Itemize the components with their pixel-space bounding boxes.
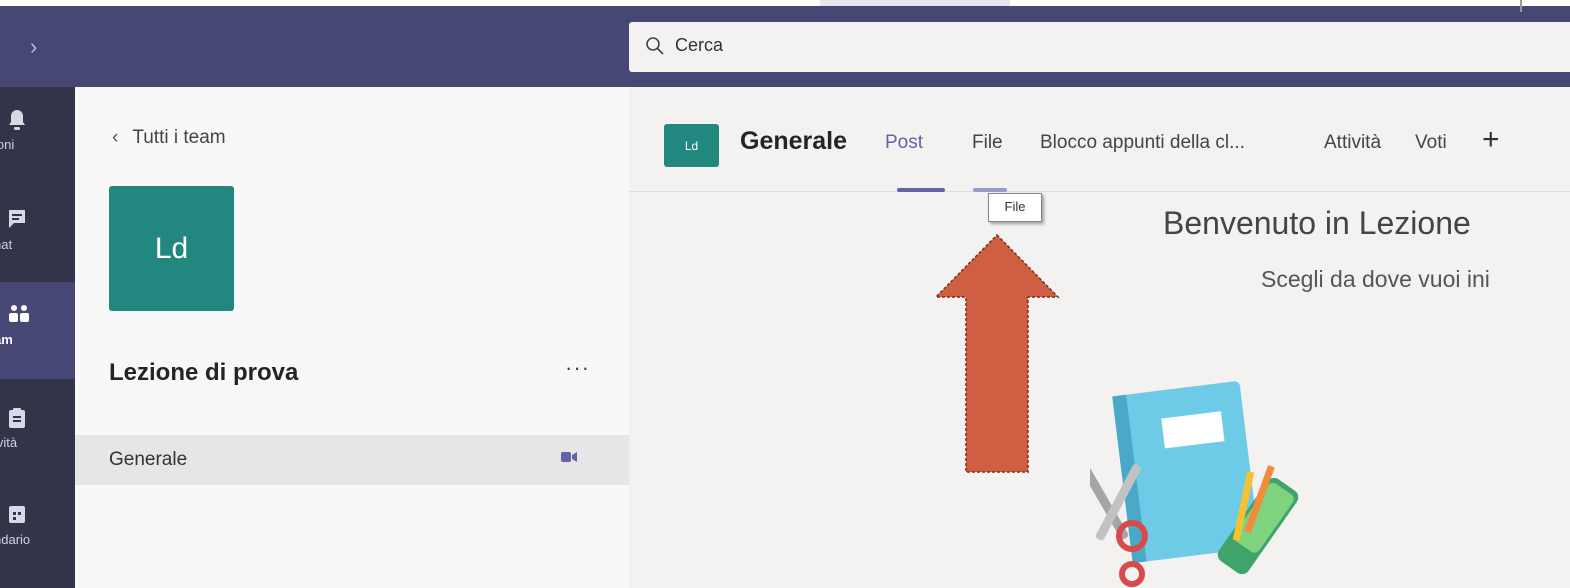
app-rail: ioni hat am ività ndario: [0, 87, 75, 588]
tab-tooltip: File: [988, 193, 1042, 222]
hover-tab-indicator: [973, 188, 1007, 192]
more-options-button[interactable]: ···: [565, 355, 590, 381]
tab-class-notebook[interactable]: Blocco appunti della cl...: [1040, 132, 1245, 154]
channel-team-avatar: Ld: [664, 124, 719, 167]
back-to-all-teams-link[interactable]: ‹ Tutti i team: [112, 127, 226, 149]
teams-sidebar: ‹ Tutti i team Ld Lezione di prova ··· Ge…: [75, 87, 629, 588]
tab-assignments[interactable]: Attività: [1324, 132, 1381, 154]
add-tab-button[interactable]: +: [1482, 123, 1500, 157]
meeting-camera-icon: [561, 452, 577, 462]
channel-title: Generale: [740, 127, 848, 155]
tab-post[interactable]: Post: [885, 132, 923, 154]
channel-header: Ld Generale Post File Blocco appunti del…: [629, 87, 1570, 192]
tab-grades[interactable]: Voti: [1415, 132, 1447, 154]
assignments-icon: [9, 408, 25, 428]
rail-label: hat: [0, 237, 13, 252]
welcome-heading: Benvenuto in Lezione: [1163, 205, 1471, 241]
rail-item-chat[interactable]: hat: [0, 187, 75, 277]
rail-label: ndario: [0, 532, 31, 547]
notebook-illustration: [1090, 381, 1299, 587]
channel-label: Generale: [109, 449, 188, 470]
calendar-icon: [9, 506, 25, 523]
rail-item-teams[interactable]: am: [0, 282, 75, 379]
team-name: Lezione di prova: [109, 359, 299, 386]
back-label: Tutti i team: [132, 127, 226, 148]
search-box[interactable]: [629, 22, 1570, 72]
expand-chevron-icon[interactable]: ›: [30, 34, 37, 60]
rail-label: ività: [0, 435, 18, 450]
window-strip: [0, 0, 1570, 12]
search-input[interactable]: [673, 34, 1077, 57]
welcome-subtitle: Scegli da dove vuoi ini: [1261, 266, 1490, 292]
search-icon: [645, 36, 665, 61]
chevron-left-icon: ‹: [112, 127, 119, 148]
tab-file[interactable]: File: [972, 132, 1003, 154]
channel-item-generale[interactable]: Generale: [75, 435, 629, 485]
chat-icon: [9, 210, 25, 228]
team-avatar: Ld: [109, 186, 234, 311]
rail-item-notifications[interactable]: ioni: [0, 87, 75, 177]
strip-segment: [820, 0, 1010, 6]
rail-label: ioni: [0, 137, 15, 152]
bell-icon: [9, 110, 25, 130]
teams-icon: [9, 305, 29, 322]
rail-label: am: [0, 332, 13, 347]
strip-divider: [1520, 0, 1522, 12]
arrow-annotation-up-icon: [934, 233, 1060, 473]
rail-item-assignments[interactable]: ività: [0, 385, 75, 475]
active-tab-indicator: [897, 188, 945, 192]
rail-item-calendar[interactable]: ndario: [0, 482, 75, 572]
